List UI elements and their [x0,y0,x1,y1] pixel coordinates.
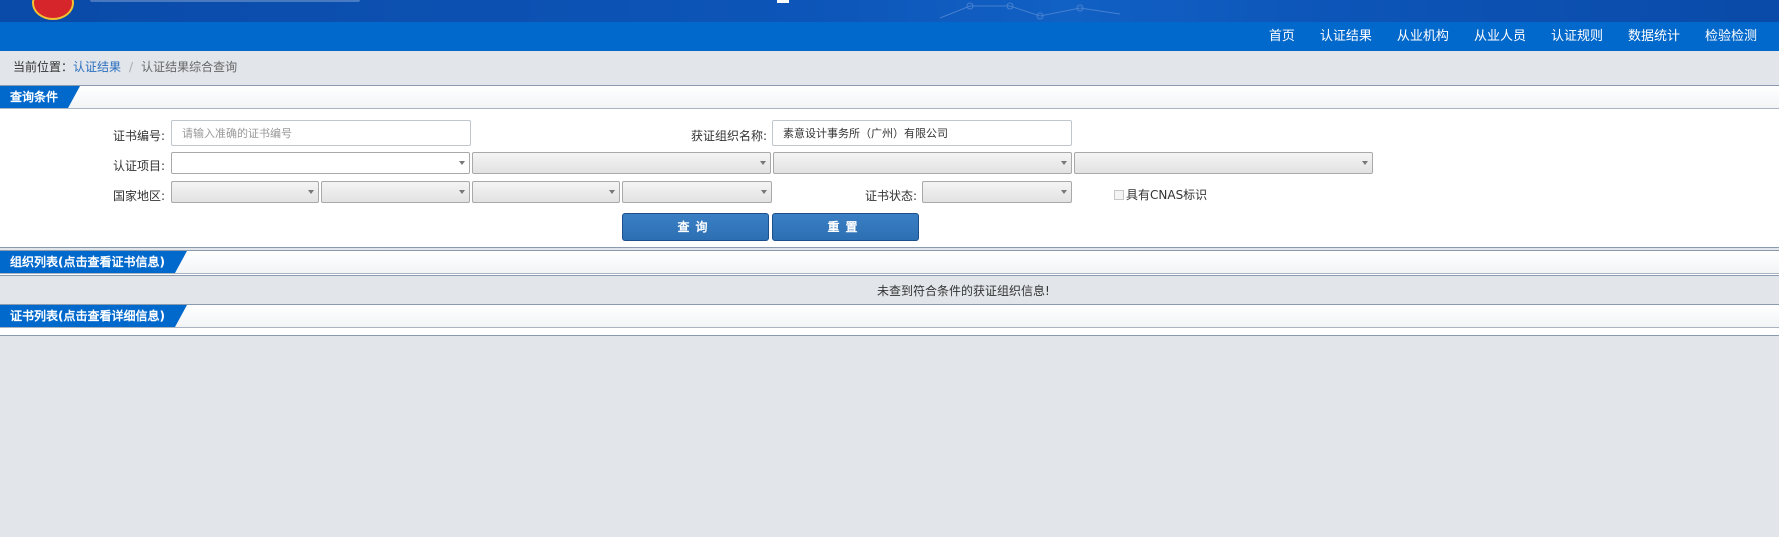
banner-title-graphic [90,0,360,2]
chevron-down-icon [609,190,615,194]
org-name-input[interactable] [772,120,1072,146]
breadcrumb-link-cert-results[interactable]: 认证结果 [73,60,121,74]
breadcrumb-prefix: 当前位置： [13,60,74,74]
org-list-panel: 组织列表(点击查看证书信息) [0,250,1779,276]
chevron-down-icon [761,190,767,194]
org-list-panel-title: 组织列表(点击查看证书信息) [0,251,187,273]
cert-list-panel-header: 证书列表(点击查看详细信息) [0,305,1779,328]
region-select-2[interactable] [321,181,470,203]
chevron-down-icon [760,161,766,165]
project-select-4[interactable] [1074,152,1373,174]
chevron-down-icon [1061,190,1067,194]
search-button[interactable]: 查询 [622,213,769,241]
chevron-down-icon [1362,161,1368,165]
reset-button[interactable]: 重置 [772,213,919,241]
national-emblem-icon [32,0,74,20]
main-nav: 首页 认证结果 从业机构 从业人员 认证规则 数据统计 检验检测 [0,22,1779,51]
project-select-3[interactable] [773,152,1072,174]
cert-list-panel-title: 证书列表(点击查看详细信息) [0,305,187,327]
org-list-empty-message: 未查到符合条件的获证组织信息! [877,284,1050,298]
status-label: 证书状态: [865,189,918,203]
region-select-1[interactable] [171,181,319,203]
chevron-down-icon [1061,161,1067,165]
cnas-checkbox-label: 具有CNAS标识 [1126,188,1208,202]
project-label: 认证项目: [113,159,166,173]
nav-item-rules[interactable]: 认证规则 [1551,22,1603,51]
project-select-1[interactable] [171,152,470,174]
circuit-pattern-icon [939,2,1121,20]
nav-item-cert-results[interactable]: 认证结果 [1320,22,1372,51]
region-select-3[interactable] [472,181,620,203]
chevron-down-icon [459,161,465,165]
breadcrumb: 当前位置：认证结果 / 认证结果综合查询 [13,58,237,75]
cert-no-input[interactable] [171,120,471,146]
org-list-panel-header: 组织列表(点击查看证书信息) [0,251,1779,274]
chevron-down-icon [459,190,465,194]
breadcrumb-current: 认证结果综合查询 [141,60,238,74]
nav-item-home[interactable]: 首页 [1269,22,1295,51]
project-select-2[interactable] [472,152,771,174]
status-select[interactable] [922,181,1072,203]
cnas-checkbox-wrap: 具有CNAS标识 [1114,186,1207,203]
region-select-4[interactable] [622,181,772,203]
breadcrumb-separator: / [129,60,134,74]
nav-item-statistics[interactable]: 数据统计 [1628,22,1680,51]
banner-mark [777,0,789,3]
cert-no-label: 证书编号: [113,129,166,143]
query-panel-title: 查询条件 [0,86,80,108]
org-name-label: 获证组织名称: [691,129,768,143]
chevron-down-icon [308,190,314,194]
region-label: 国家地区: [113,189,166,203]
cnas-checkbox[interactable] [1114,189,1124,200]
query-panel-header: 查询条件 [0,86,1779,109]
nav-item-personnel[interactable]: 从业人员 [1474,22,1526,51]
query-panel: 查询条件 证书编号: 获证组织名称: 认证项目: 国家地区: 证书状态: 具有C… [0,85,1779,248]
nav-item-inspection[interactable]: 检验检测 [1705,22,1757,51]
site-banner [0,0,1779,22]
nav-item-institutions[interactable]: 从业机构 [1397,22,1449,51]
cert-list-panel: 证书列表(点击查看详细信息) [0,304,1779,336]
